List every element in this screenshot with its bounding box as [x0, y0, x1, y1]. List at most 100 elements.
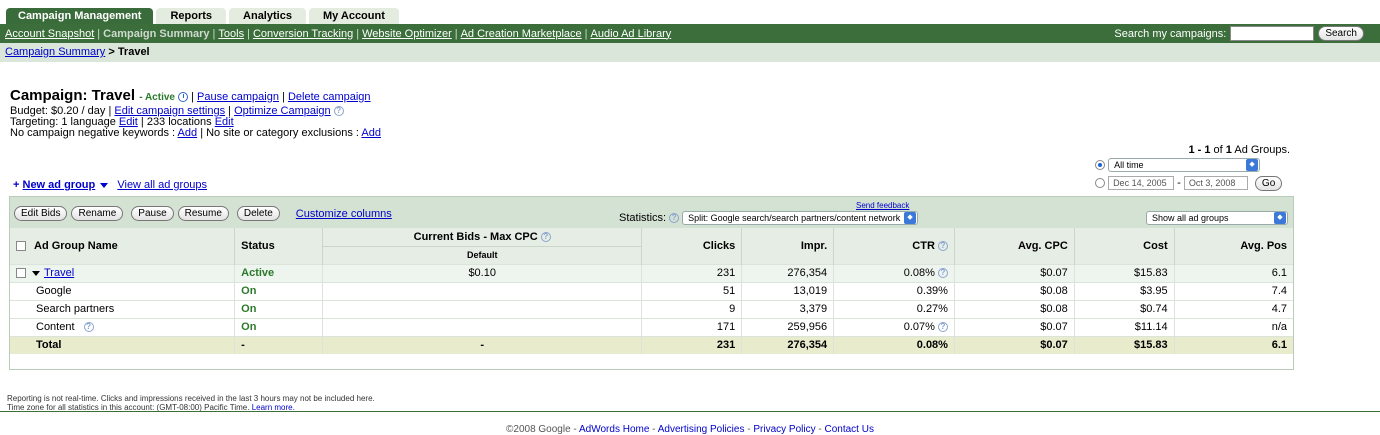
status-badge: On — [234, 281, 324, 300]
dropdown-arrow-icon: ◆ — [904, 212, 917, 224]
column-header-cost[interactable]: Cost — [1074, 228, 1175, 264]
column-header-clicks[interactable]: Clicks — [641, 228, 743, 264]
nav-ad-creation-marketplace[interactable]: Ad Creation Marketplace — [461, 28, 582, 40]
exclusions-text: | No site or category exclusions : — [200, 127, 359, 139]
statistics-select[interactable]: Split: Google search/search partners/con… — [682, 211, 919, 225]
tab-campaign-management[interactable]: Campaign Management — [6, 8, 154, 24]
footer-contact-us[interactable]: Contact Us — [825, 424, 874, 435]
help-icon[interactable]: ? — [669, 213, 680, 223]
edit-bids-button[interactable]: Edit Bids — [14, 206, 68, 221]
footer-divider — [0, 411, 1380, 412]
breadcrumb-campaign-summary[interactable]: Campaign Summary — [5, 46, 105, 58]
dropdown-arrow-icon: ◆ — [1246, 159, 1259, 171]
help-icon[interactable]: ? — [540, 231, 551, 242]
column-header-ctr[interactable]: CTR ? — [833, 228, 955, 264]
preset-range-select[interactable]: All time ◆ — [1108, 158, 1261, 172]
total-row: Total - - 231 276,354 0.08% $0.07 $15.83… — [10, 335, 1293, 354]
select-all-checkbox[interactable] — [16, 240, 26, 251]
date-range-selector: All time ◆ Dec 14, 2005 - Oct 3, 2008 Go — [1095, 158, 1283, 192]
start-date-input[interactable]: Dec 14, 2005 — [1108, 176, 1175, 191]
reporting-note: Reporting is not real-time. Clicks and i… — [7, 394, 375, 412]
show-ad-groups-select[interactable]: Show all ad groups ◆ — [1146, 211, 1288, 225]
help-icon[interactable]: ? — [937, 322, 948, 333]
delete-button[interactable]: Delete — [236, 206, 280, 221]
search-input[interactable] — [1230, 26, 1315, 41]
end-date-input[interactable]: Oct 3, 2008 — [1183, 176, 1248, 191]
footer: ©2008 Google - AdWords Home - Advertisin… — [506, 424, 874, 435]
top-tabs: Campaign Management Reports Analytics My… — [6, 8, 399, 24]
column-header-default-bid[interactable]: Default — [322, 246, 643, 264]
breadcrumb-current: Travel — [117, 46, 150, 58]
sub-nav-bar: Account Snapshot | Campaign Summary | Tool… — [0, 24, 1380, 43]
table-row: Google On 51 13,019 0.39% $0.08 $3.95 7.… — [10, 281, 1293, 300]
dropdown-arrow-icon: ◆ — [1274, 212, 1286, 224]
delete-campaign-link[interactable]: Delete campaign — [288, 91, 371, 103]
page-title: Campaign: Travel - Active — [10, 87, 175, 104]
footer-adwords-home[interactable]: AdWords Home — [579, 424, 649, 435]
nav-audio-ad-library[interactable]: Audio Ad Library — [591, 28, 672, 40]
customize-columns-link[interactable]: Customize columns — [296, 208, 392, 220]
column-header-avg-pos[interactable]: Avg. Pos — [1174, 228, 1293, 264]
add-negative-keywords-link[interactable]: Add — [178, 127, 198, 139]
nav-website-optimizer[interactable]: Website Optimizer — [362, 28, 452, 40]
send-feedback-link[interactable]: Send feedback — [856, 201, 909, 210]
column-header-avg-cpc[interactable]: Avg. CPC — [954, 228, 1075, 264]
status-badge: On — [234, 317, 324, 336]
tab-analytics[interactable]: Analytics — [229, 8, 306, 24]
pause-button[interactable]: Pause — [131, 206, 174, 221]
campaign-status: - Active — [139, 92, 175, 103]
expand-triangle-icon[interactable] — [32, 270, 40, 276]
chevron-down-icon[interactable] — [100, 182, 109, 188]
statistics-filter: Statistics: ? Split: Google search/searc… — [619, 211, 919, 225]
row-checkbox[interactable] — [16, 268, 26, 279]
ad-group-actions: + New ad group View all ad groups — [13, 179, 207, 191]
custom-range-radio[interactable] — [1095, 178, 1105, 189]
nav-tools[interactable]: Tools — [218, 28, 244, 40]
search-button[interactable]: Search — [1318, 26, 1364, 41]
tab-reports[interactable]: Reports — [156, 8, 227, 24]
clock-icon[interactable] — [178, 92, 189, 103]
table-row: Travel Active $0.10 231 276,354 0.08% ? … — [10, 263, 1293, 282]
negatives-text: No campaign negative keywords : — [10, 127, 176, 139]
ad-groups-table: Edit Bids Rename Pause Resume Delete Cus… — [9, 196, 1294, 370]
campaign-search: Search my campaigns: Search — [1114, 26, 1364, 41]
campaign-header: Campaign: Travel - Active | Pause campai… — [10, 87, 381, 139]
help-icon[interactable]: ? — [333, 106, 344, 117]
new-ad-group-link[interactable]: New ad group — [23, 179, 96, 191]
column-header-name[interactable]: Ad Group Name — [10, 228, 236, 264]
plus-icon: + — [13, 179, 20, 191]
breadcrumb: Campaign Summary > Travel — [0, 43, 1380, 62]
column-header-status[interactable]: Status — [234, 228, 324, 264]
status-badge: On — [234, 299, 324, 318]
ad-groups-grid: Ad Group Name Status Current Bids - Max … — [10, 228, 1293, 354]
nav-conversion-tracking[interactable]: Conversion Tracking — [253, 28, 353, 40]
column-header-impr[interactable]: Impr. — [741, 228, 835, 264]
help-icon[interactable]: ? — [937, 268, 948, 279]
ad-group-link-travel[interactable]: Travel — [44, 267, 74, 279]
search-label: Search my campaigns: — [1114, 27, 1227, 40]
add-exclusions-link[interactable]: Add — [361, 127, 381, 139]
table-row: Content ? On 171 259,956 0.07% ? $0.07 $… — [10, 317, 1293, 336]
preset-range-radio[interactable] — [1095, 160, 1105, 170]
pause-campaign-link[interactable]: Pause campaign — [197, 91, 279, 103]
footer-privacy-policy[interactable]: Privacy Policy — [753, 424, 815, 435]
tab-my-account[interactable]: My Account — [308, 8, 399, 24]
view-all-ad-groups-link[interactable]: View all ad groups — [117, 179, 207, 191]
table-toolbar: Edit Bids Rename Pause Resume Delete Cus… — [10, 197, 1293, 228]
rename-button[interactable]: Rename — [71, 206, 124, 221]
nav-account-snapshot[interactable]: Account Snapshot — [5, 28, 94, 40]
bid-cell[interactable]: $0.10 — [322, 263, 643, 282]
breadcrumb-separator: > — [105, 46, 118, 58]
status-badge: Active — [234, 263, 324, 282]
optimize-campaign-link[interactable]: Optimize Campaign — [234, 105, 331, 117]
go-button[interactable]: Go — [1254, 176, 1283, 191]
resume-button[interactable]: Resume — [177, 206, 229, 221]
nav-campaign-summary[interactable]: Campaign Summary — [103, 28, 209, 40]
footer-advertising-policies[interactable]: Advertising Policies — [658, 424, 745, 435]
help-icon[interactable]: ? — [937, 240, 948, 251]
help-icon[interactable]: ? — [83, 322, 94, 333]
pagination-info: 1 - 1 of 1 Ad Groups. — [1188, 144, 1290, 156]
table-row: Search partners On 9 3,379 0.27% $0.08 $… — [10, 299, 1293, 318]
date-range-dash: - — [1177, 177, 1181, 189]
statistics-label: Statistics: — [619, 212, 667, 224]
